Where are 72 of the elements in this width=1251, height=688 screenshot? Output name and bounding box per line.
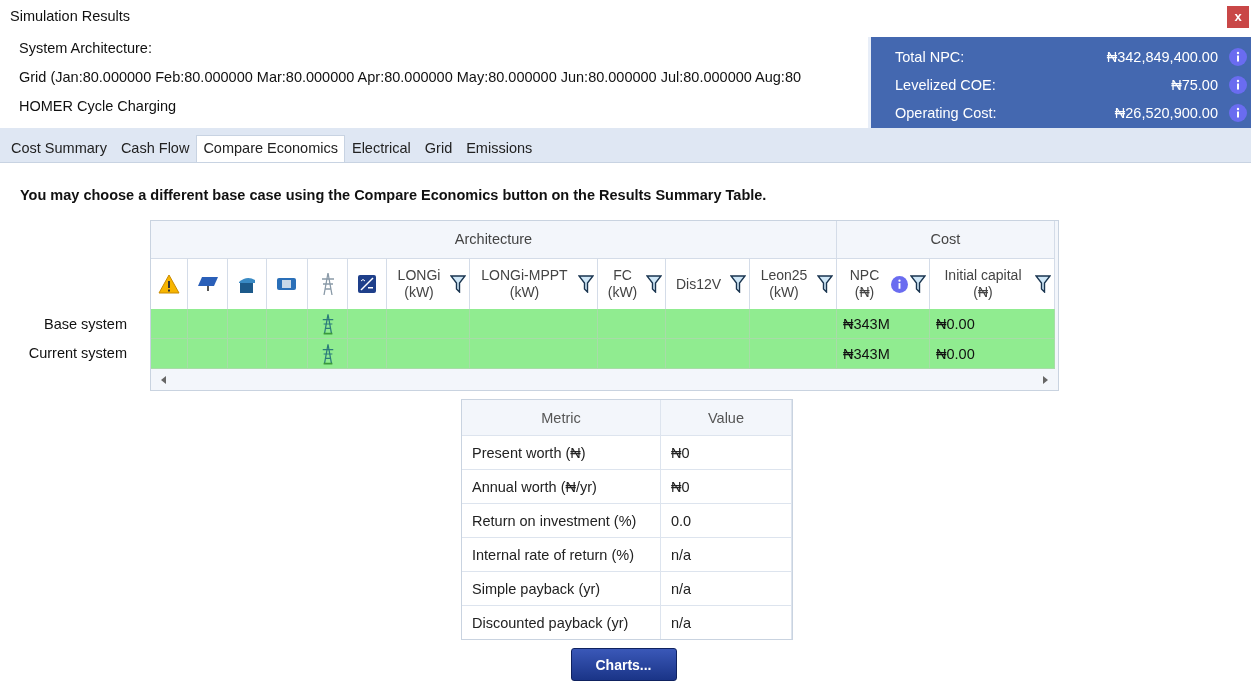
column-header: Dis12V xyxy=(674,275,723,293)
table-cell: ₦0.00 xyxy=(930,339,1055,369)
tab[interactable]: Emissions xyxy=(459,135,540,162)
info-icon[interactable] xyxy=(1229,48,1247,66)
summary-value: ₦75.00 xyxy=(1170,77,1219,93)
tab[interactable]: Grid xyxy=(417,135,460,162)
table-cell: ₦0.00 xyxy=(930,309,1055,339)
table-cell xyxy=(598,339,666,369)
filter-icon[interactable] xyxy=(1035,275,1051,293)
summary-value: ₦26,520,900.00 xyxy=(1113,105,1219,121)
battery-icon xyxy=(276,277,298,291)
converter-icon xyxy=(357,274,377,294)
table-cell xyxy=(598,309,666,339)
summary-value: ₦342,849,400.00 xyxy=(1105,49,1219,65)
table-cell: Return on investment (%) xyxy=(462,504,661,537)
table-cell: Present worth (₦) xyxy=(462,436,661,469)
row-label: Base system xyxy=(43,315,128,334)
table-cell: n/a xyxy=(661,572,792,605)
filter-icon[interactable] xyxy=(910,275,926,293)
info-icon[interactable] xyxy=(1229,76,1247,94)
info-icon[interactable] xyxy=(891,275,908,293)
table-cell xyxy=(151,339,188,369)
table-cell xyxy=(228,339,267,369)
column-header: Value xyxy=(661,400,792,435)
table-cell: Discounted payback (yr) xyxy=(462,606,661,639)
scroll-right-icon[interactable] xyxy=(1043,375,1048,384)
charts-button[interactable]: Charts... xyxy=(570,648,677,681)
table-cell: n/a xyxy=(661,606,792,639)
column-header: Metric xyxy=(462,400,661,435)
table-cell xyxy=(151,309,188,339)
tab[interactable]: Cost Summary xyxy=(4,135,114,162)
table-cell: Annual worth (₦/yr) xyxy=(462,470,661,503)
summary-label: Operating Cost: xyxy=(895,105,998,121)
solar-panel-icon xyxy=(196,276,219,292)
table-cell xyxy=(188,339,228,369)
transmission-tower-icon xyxy=(319,272,336,296)
filter-icon[interactable] xyxy=(730,275,746,293)
tab[interactable]: Electrical xyxy=(344,135,418,162)
table-cell: ₦0 xyxy=(661,436,792,469)
filter-icon[interactable] xyxy=(646,275,662,293)
architecture-heading: System Architecture: xyxy=(19,40,153,58)
warning-icon xyxy=(158,274,180,294)
column-header: Leon25 (kW) xyxy=(759,267,809,301)
column-header: NPC (₦) xyxy=(848,267,881,301)
summary-label: Levelized COE: xyxy=(895,77,997,93)
filter-icon[interactable] xyxy=(450,275,466,293)
dispatch-strategy: HOMER Cycle Charging xyxy=(19,98,178,116)
info-icon[interactable] xyxy=(1229,104,1247,122)
column-header: Initial capital (₦) xyxy=(943,267,1023,301)
table-cell: Simple payback (yr) xyxy=(462,572,661,605)
column-header: FC (kW) xyxy=(606,267,639,301)
instruction-text: You may choose a different base case using the Compare Economics button on the Results Summary Table. xyxy=(19,186,768,205)
tab[interactable]: Cash Flow xyxy=(113,135,197,162)
table-cell: n/a xyxy=(661,538,792,571)
table-cell: ₦343M xyxy=(837,309,930,339)
table-cell: 0.0 xyxy=(661,504,792,537)
window-title: Simulation Results xyxy=(10,7,131,26)
tab[interactable]: Compare Economics xyxy=(196,135,345,162)
row-label: Current system xyxy=(27,344,128,363)
summary-label: Total NPC: xyxy=(895,49,966,65)
grid-description: Grid (Jan:80.000000 Feb:80.000000 Mar:80.000000 Apr:80.000000 May:80.000000 Jun:80.000000 Jul:80.000000 Aug:80 xyxy=(19,69,802,87)
filter-icon[interactable] xyxy=(817,275,833,293)
table-cell: Internal rate of return (%) xyxy=(462,538,661,571)
close-button[interactable]: x xyxy=(1227,6,1249,28)
column-header: LONGi-MPPT (kW) xyxy=(480,267,569,301)
table-cell: ₦0 xyxy=(661,470,792,503)
table-cell xyxy=(228,309,267,339)
scroll-left-icon[interactable] xyxy=(161,375,166,384)
filter-icon[interactable] xyxy=(578,275,594,293)
column-header: LONGi (kW) xyxy=(396,267,442,301)
table-cell: ₦343M xyxy=(837,339,930,369)
table-cell xyxy=(188,309,228,339)
